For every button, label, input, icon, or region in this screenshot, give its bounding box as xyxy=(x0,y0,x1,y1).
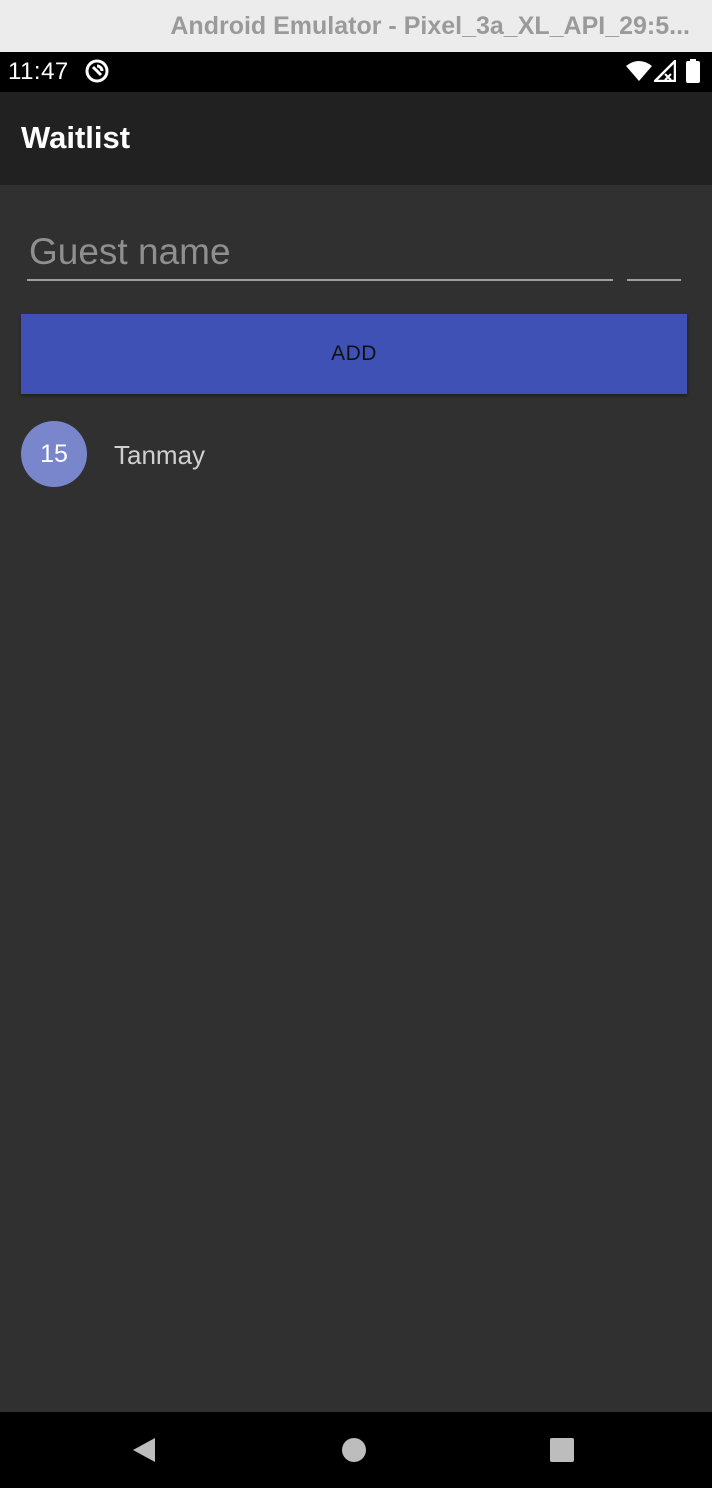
guest-list: 15 Tanmay xyxy=(0,421,712,489)
list-item[interactable]: 15 Tanmay xyxy=(0,421,712,489)
device-screen: 11:47 Waitlist Guest name ADD 15 Tanmay xyxy=(0,52,712,1488)
recents-button[interactable] xyxy=(522,1412,602,1488)
home-icon xyxy=(342,1438,366,1462)
status-time: 11:47 xyxy=(8,58,69,85)
recents-icon xyxy=(550,1438,574,1462)
app-bar: Waitlist xyxy=(0,92,712,185)
battery-icon xyxy=(686,59,700,88)
cellular-signal-icon xyxy=(651,57,677,87)
add-button[interactable]: ADD xyxy=(21,314,687,394)
guest-name: Tanmay xyxy=(114,440,206,470)
main-content: ADD 15 Tanmay xyxy=(0,185,712,1412)
guest-name-input[interactable] xyxy=(27,225,613,281)
wifi-icon xyxy=(626,60,652,87)
app-title: Waitlist xyxy=(21,120,131,155)
navigation-bar xyxy=(0,1412,712,1488)
back-icon xyxy=(133,1438,155,1462)
party-size-input[interactable] xyxy=(627,225,681,281)
party-size-badge: 15 xyxy=(21,421,87,487)
status-bar: 11:47 xyxy=(0,52,712,92)
back-button[interactable] xyxy=(104,1412,184,1488)
window-title: Android Emulator - Pixel_3a_XL_API_29:5.… xyxy=(170,11,690,40)
window-titlebar: Android Emulator - Pixel_3a_XL_API_29:5.… xyxy=(0,0,712,52)
notification-icon xyxy=(84,58,110,89)
home-button[interactable] xyxy=(314,1412,394,1488)
